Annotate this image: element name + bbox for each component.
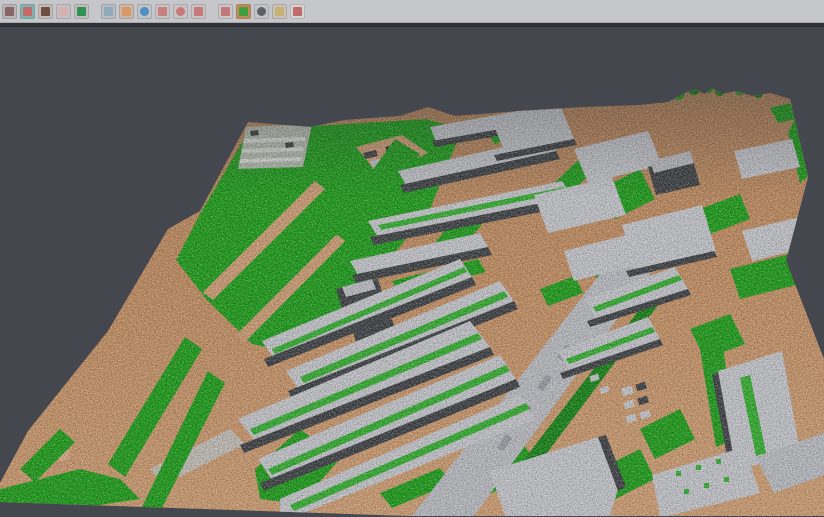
terrain-brown-icon[interactable] bbox=[38, 4, 53, 19]
grid-red-icon-glyph bbox=[221, 7, 230, 16]
toolbar-separator bbox=[209, 4, 215, 19]
crop-red-icon-glyph bbox=[194, 7, 203, 16]
panel-blue-icon[interactable] bbox=[101, 4, 116, 19]
far-shade bbox=[0, 79, 824, 199]
sphere-dark-icon[interactable] bbox=[254, 4, 269, 19]
point-cloud-icon-glyph bbox=[23, 7, 32, 16]
table-tan-icon-glyph bbox=[275, 7, 284, 16]
sphere-dark-icon-glyph bbox=[257, 7, 266, 16]
points-pink-icon[interactable] bbox=[56, 4, 71, 19]
ring-red-icon[interactable] bbox=[173, 4, 188, 19]
viewport-frame-strip bbox=[0, 23, 824, 27]
point-cloud-icon[interactable] bbox=[20, 4, 35, 19]
terrain-brown-icon-glyph bbox=[41, 7, 50, 16]
globe-icon-glyph bbox=[140, 7, 149, 16]
bar-red-icon-glyph bbox=[293, 7, 302, 16]
toolbar-icons bbox=[2, 4, 305, 19]
grid-red-icon[interactable] bbox=[218, 4, 233, 19]
terrain-green-icon-glyph bbox=[77, 7, 86, 16]
dataset-grid-icon[interactable] bbox=[2, 4, 17, 19]
toolbar-separator bbox=[92, 4, 98, 19]
globe-icon[interactable] bbox=[137, 4, 152, 19]
layers-red-icon-glyph bbox=[158, 7, 167, 16]
crop-red-icon[interactable] bbox=[191, 4, 206, 19]
classification-map-icon[interactable] bbox=[236, 4, 251, 19]
viewport-3d[interactable] bbox=[0, 23, 824, 516]
ortho-orange-icon[interactable] bbox=[119, 4, 134, 19]
panel-blue-icon-glyph bbox=[104, 7, 113, 16]
bar-red-icon[interactable] bbox=[290, 4, 305, 19]
layers-red-icon[interactable] bbox=[155, 4, 170, 19]
ring-red-icon-glyph bbox=[176, 7, 185, 16]
classification-map-icon-glyph bbox=[239, 7, 248, 16]
ortho-orange-icon-glyph bbox=[122, 7, 131, 16]
terrain-green-icon[interactable] bbox=[74, 4, 89, 19]
table-tan-icon[interactable] bbox=[272, 4, 287, 19]
toolbar bbox=[0, 0, 824, 23]
dataset-grid-icon-glyph bbox=[5, 7, 14, 16]
points-pink-icon-glyph bbox=[59, 7, 68, 16]
scene-canvas bbox=[0, 23, 824, 516]
